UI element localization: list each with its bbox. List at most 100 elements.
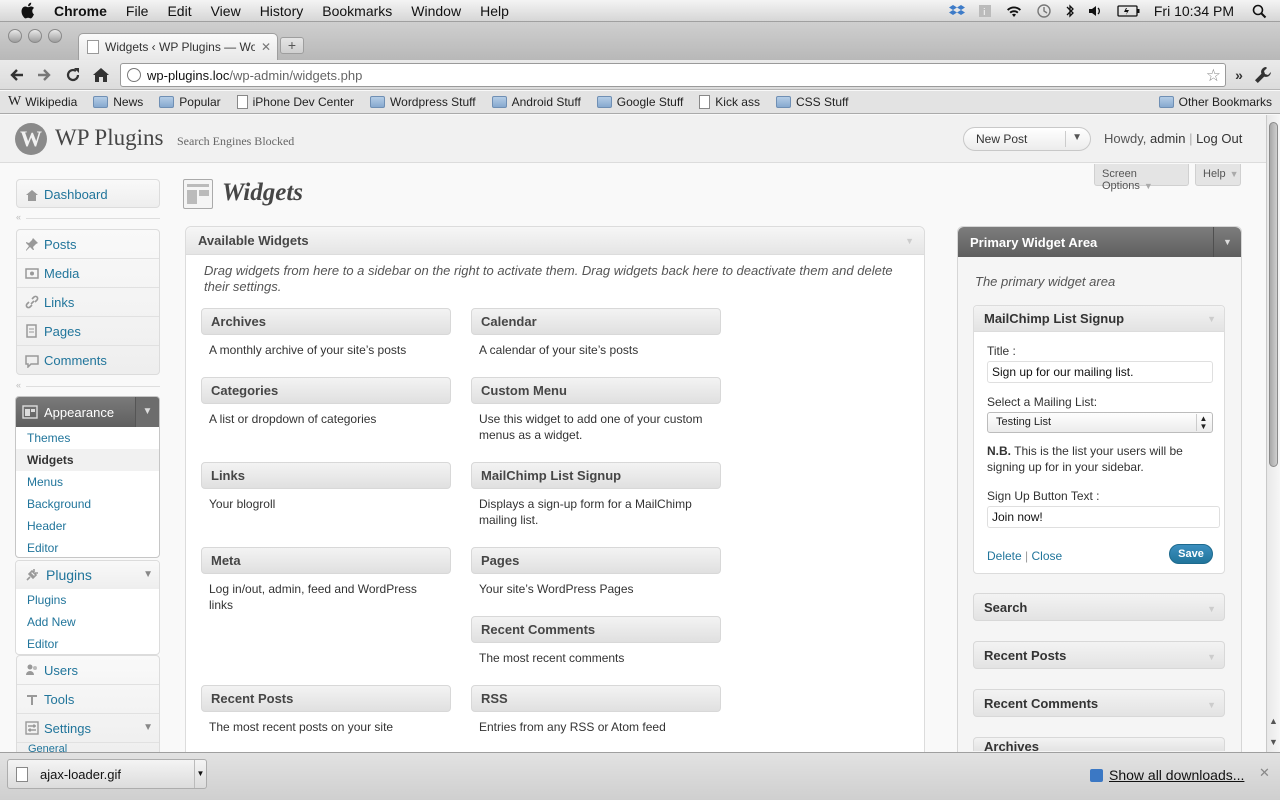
wrench-menu-icon[interactable] <box>1252 64 1274 86</box>
tab-close-icon[interactable]: ✕ <box>261 40 271 54</box>
widget-title[interactable]: Recent Comments <box>471 616 721 643</box>
widget-rss[interactable]: RSS Entries from any RSS or Atom feed <box>471 685 721 735</box>
scroll-up-arrow-icon[interactable]: ▲ <box>1269 716 1278 726</box>
chevron-down-icon[interactable]: ▼ <box>1207 314 1216 324</box>
menu-bookmarks[interactable]: Bookmarks <box>322 3 392 19</box>
menu-media[interactable]: Media <box>17 259 159 288</box>
new-post-link[interactable]: New Post <box>976 132 1027 146</box>
collapse-arrow-icon[interactable]: « <box>16 380 21 390</box>
favorite-actions-dropdown[interactable]: New Post ▼ <box>963 127 1091 151</box>
chevron-down-icon[interactable]: ▼ <box>1207 700 1216 710</box>
close-icon[interactable]: ✕ <box>1259 765 1270 781</box>
address-bar[interactable]: wp-plugins.loc/wp-admin/widgets.php ☆ <box>120 63 1226 87</box>
user-profile-link[interactable]: admin <box>1150 131 1185 146</box>
menu-dashboard[interactable]: Dashboard <box>17 180 159 209</box>
widget-title[interactable]: Recent Posts <box>201 685 451 712</box>
forward-arrow-icon[interactable] <box>33 64 55 86</box>
chevron-down-icon[interactable]: ▼ <box>1207 604 1216 614</box>
bookmark-star-icon[interactable]: ☆ <box>1206 66 1221 86</box>
collapse-arrow-icon[interactable]: « <box>16 212 21 222</box>
chevron-down-icon[interactable]: ▼ <box>1072 132 1082 143</box>
menu-users[interactable]: Users <box>17 656 159 685</box>
widget-pages[interactable]: Pages Your site’s WordPress Pages <box>471 547 721 597</box>
bookmark-google-stuff[interactable]: Google Stuff <box>596 95 683 109</box>
bookmark-news[interactable]: News <box>93 95 143 109</box>
submenu-plugin-editor[interactable]: Editor <box>16 633 159 654</box>
widget-mailchimp-list-signup[interactable]: MailChimp List Signup Displays a sign-up… <box>471 462 721 528</box>
widget-title[interactable]: Categories <box>201 377 451 404</box>
submenu-background[interactable]: Background <box>16 493 159 515</box>
menu-help[interactable]: Help <box>480 3 509 19</box>
widget-archives[interactable]: Archives A monthly archive of your site’… <box>201 308 451 358</box>
browser-tab-widgets[interactable]: Widgets ‹ WP Plugins — WordPress ✕ <box>78 33 278 60</box>
battery-icon[interactable] <box>1117 4 1141 18</box>
extensions-overflow-icon[interactable]: » <box>1228 64 1250 86</box>
submenu-themes[interactable]: Themes <box>16 427 159 449</box>
menubar-clock[interactable]: Fri 10:34 PM <box>1154 3 1234 19</box>
widget-title[interactable]: RSS <box>471 685 721 712</box>
chevron-down-icon[interactable]: ▼ <box>135 397 159 427</box>
widget-links[interactable]: Links Your blogroll <box>201 462 451 512</box>
chevron-down-icon[interactable]: ▼ <box>143 569 153 580</box>
menu-links[interactable]: Links <box>17 288 159 317</box>
bookmark-iphone-dev-center[interactable]: iPhone Dev Center <box>236 95 354 109</box>
widget-title[interactable]: Pages <box>471 547 721 574</box>
bookmark-other-bookmarks[interactable]: Other Bookmarks <box>1158 95 1272 109</box>
chevron-down-icon[interactable]: ▼ <box>905 236 914 246</box>
volume-icon[interactable] <box>1088 4 1104 18</box>
reload-icon[interactable] <box>62 64 84 86</box>
widget-title[interactable]: Custom Menu <box>471 377 721 404</box>
scroll-down-arrow-icon[interactable]: ▼ <box>1269 737 1278 747</box>
save-button[interactable]: Save <box>1169 544 1213 564</box>
scrollbar-thumb[interactable] <box>1269 122 1278 467</box>
mailchimp-widget-title[interactable]: MailChimp List Signup ▼ <box>974 306 1224 332</box>
wifi-icon[interactable] <box>1005 4 1023 18</box>
submenu-menus[interactable]: Menus <box>16 471 159 493</box>
show-all-downloads-link[interactable]: Show all downloads... <box>1090 767 1244 783</box>
bookmark-kick-ass[interactable]: Kick ass <box>699 95 760 109</box>
widget-title[interactable]: MailChimp List Signup <box>471 462 721 489</box>
submenu-add-new[interactable]: Add New <box>16 611 159 633</box>
submenu-plugins[interactable]: Plugins <box>16 589 159 611</box>
submenu-widgets[interactable]: Widgets <box>16 449 159 471</box>
placed-widget-search[interactable]: Search ▼ <box>973 593 1225 621</box>
widget-title[interactable]: Meta <box>201 547 451 574</box>
widget-calendar[interactable]: Calendar A calendar of your site’s posts <box>471 308 721 358</box>
widget-title[interactable]: Links <box>201 462 451 489</box>
placed-widget-recent-posts[interactable]: Recent Posts ▼ <box>973 641 1225 669</box>
window-zoom-button[interactable] <box>48 29 62 43</box>
apple-icon[interactable] <box>20 2 40 19</box>
placed-widget-recent-comments[interactable]: Recent Comments ▼ <box>973 689 1225 717</box>
available-widgets-header[interactable]: Available Widgets ▼ <box>186 227 924 255</box>
chevron-down-icon[interactable]: ▼ <box>1207 652 1216 662</box>
site-name[interactable]: WP Plugins <box>55 125 163 151</box>
bookmark-css-stuff[interactable]: CSS Stuff <box>775 95 848 109</box>
primary-widget-area-header[interactable]: Primary Widget Area ▼ <box>958 227 1241 257</box>
chevron-down-icon[interactable]: ▼ <box>1213 227 1241 257</box>
widget-meta[interactable]: Meta Log in/out, admin, feed and WordPre… <box>201 547 451 613</box>
status-item-icon[interactable]: i <box>978 4 992 18</box>
menu-app-name[interactable]: Chrome <box>54 3 107 19</box>
menu-settings[interactable]: Settings ▼ <box>17 714 159 743</box>
chevron-down-icon[interactable]: ▼ <box>194 760 206 788</box>
help-button[interactable]: Help ▼ <box>1195 164 1241 186</box>
menu-file[interactable]: File <box>126 3 149 19</box>
widget-recent-comments[interactable]: Recent Comments The most recent comments <box>471 616 721 666</box>
close-link[interactable]: Close <box>1032 549 1063 563</box>
mailing-list-select[interactable]: Testing List ▲ ▼ <box>987 412 1213 433</box>
screen-options-button[interactable]: Screen Options ▼ <box>1094 164 1189 192</box>
submenu-header[interactable]: Header <box>16 515 159 537</box>
bookmark-android-stuff[interactable]: Android Stuff <box>491 95 581 109</box>
time-machine-icon[interactable] <box>1036 3 1052 19</box>
new-tab-button[interactable]: + <box>280 37 304 54</box>
search-engines-blocked-notice[interactable]: Search Engines Blocked <box>177 134 294 149</box>
page-scrollbar[interactable]: ▲ ▼ <box>1266 115 1280 752</box>
widget-categories[interactable]: Categories A list or dropdown of categor… <box>201 377 451 427</box>
submenu-editor[interactable]: Editor <box>16 537 159 557</box>
title-input[interactable]: Sign up for our mailing list. <box>987 361 1213 383</box>
logout-link[interactable]: Log Out <box>1196 131 1242 146</box>
window-close-button[interactable] <box>8 29 22 43</box>
bookmark-wordpress-stuff[interactable]: Wordpress Stuff <box>370 95 476 109</box>
dropbox-icon[interactable] <box>948 4 965 18</box>
bookmark-popular[interactable]: Popular <box>159 95 221 109</box>
